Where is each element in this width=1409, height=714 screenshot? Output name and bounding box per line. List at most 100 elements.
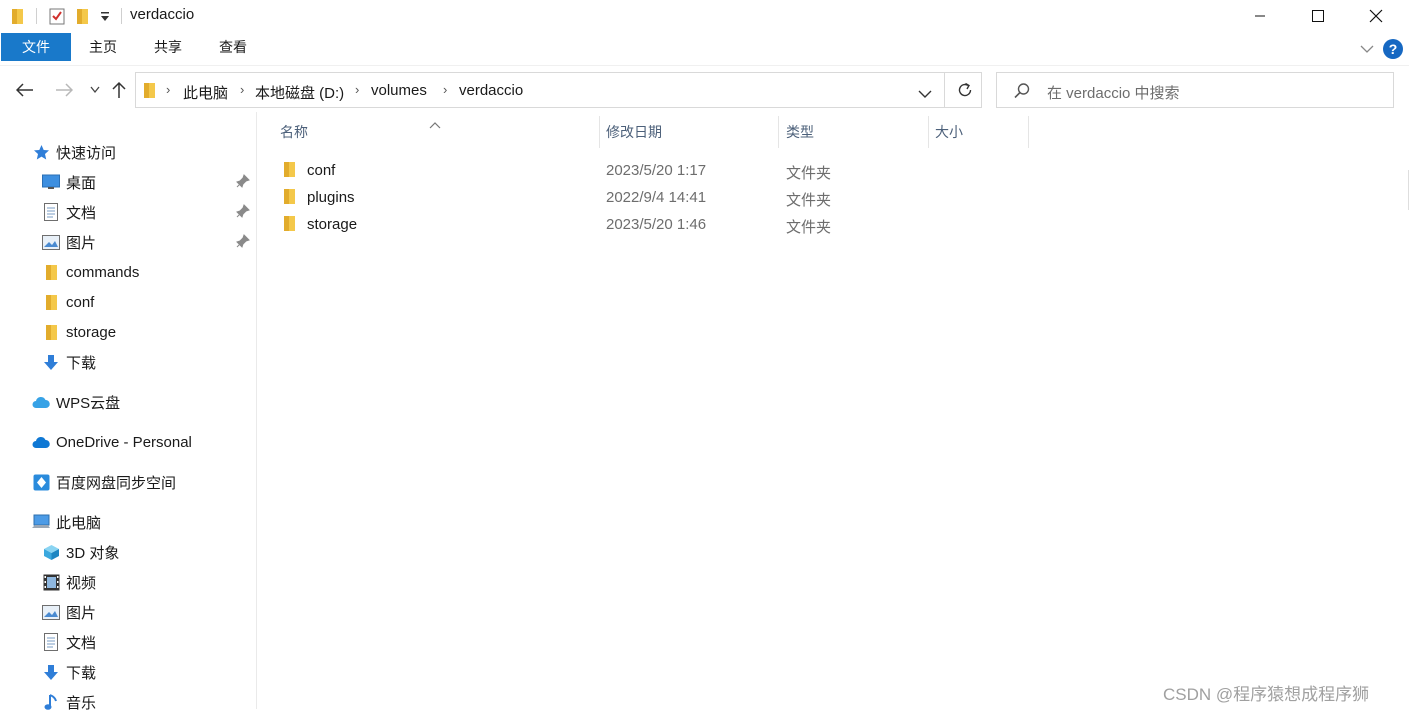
3d-objects-icon (42, 543, 60, 561)
arrow-left-icon (16, 83, 33, 97)
pin-icon[interactable] (236, 174, 250, 193)
picture-icon (42, 233, 60, 251)
file-name[interactable]: conf (307, 162, 335, 179)
document-icon (42, 203, 60, 221)
refresh-button[interactable] (956, 81, 974, 104)
onedrive-icon (32, 433, 50, 451)
sidebar-item-wps[interactable]: WPS云盘 (32, 390, 120, 414)
folder-icon (283, 188, 296, 210)
sidebar-item-storage[interactable]: storage (42, 320, 116, 344)
help-button[interactable]: ? (1383, 39, 1403, 59)
close-button[interactable] (1347, 0, 1405, 32)
sidebar-item-label: commands (66, 263, 140, 281)
arrow-up-icon (112, 81, 126, 98)
folder-icon (143, 81, 156, 104)
tab-share[interactable]: 共享 (145, 33, 191, 61)
chevron-right-icon: › (166, 82, 171, 97)
minimize-button[interactable] (1231, 0, 1289, 32)
file-name[interactable]: plugins (307, 189, 355, 206)
watermark: CSDN @程序猿想成程序狮 (1163, 685, 1370, 704)
file-date: 2023/5/20 1:17 (606, 162, 707, 179)
chevron-right-icon: › (355, 82, 360, 97)
file-name[interactable]: storage (307, 216, 357, 233)
address-bar[interactable]: › 此电脑 › 本地磁盘 (D:) › volumes › verdaccio (135, 72, 982, 108)
sidebar-item-onedrive[interactable]: OneDrive - Personal (32, 430, 192, 454)
maximize-button[interactable] (1289, 0, 1347, 32)
address-history-button[interactable] (918, 86, 932, 104)
desktop-icon (42, 173, 60, 191)
folder-icon (42, 293, 60, 311)
expand-ribbon-icon[interactable] (1360, 41, 1374, 59)
sidebar-item-downloads-pc[interactable]: 下载 (42, 660, 96, 684)
pin-icon[interactable] (236, 204, 250, 223)
breadcrumb-this-pc[interactable]: 此电脑 (183, 82, 228, 103)
sidebar-item-label: 下载 (66, 664, 97, 682)
sidebar-item-pictures[interactable]: 图片 (42, 230, 96, 254)
search-box[interactable]: 在 verdaccio 中搜索 (996, 72, 1394, 108)
arrow-right-icon (56, 83, 73, 97)
properties-icon[interactable] (49, 7, 65, 30)
sidebar-item-label: 此电脑 (56, 514, 102, 532)
column-header-type[interactable]: 类型 (786, 122, 814, 144)
tab-view[interactable]: 查看 (210, 33, 256, 61)
sidebar-item-conf[interactable]: conf (42, 290, 94, 314)
refresh-icon (958, 82, 972, 97)
back-button[interactable] (13, 78, 37, 102)
sidebar-item-3d-objects[interactable]: 3D 对象 (42, 540, 119, 564)
sidebar-item-videos[interactable]: 视频 (42, 570, 96, 594)
music-icon (42, 693, 60, 711)
sidebar-item-desktop[interactable]: 桌面 (42, 170, 96, 194)
window-title: verdaccio (130, 6, 195, 23)
folder-icon (11, 7, 25, 30)
sidebar-item-label: WPS云盘 (56, 394, 121, 412)
search-input[interactable]: 在 verdaccio 中搜索 (1047, 82, 1180, 103)
recent-locations-button[interactable] (83, 78, 107, 102)
maximize-icon (1312, 10, 1324, 22)
computer-icon (32, 513, 50, 531)
sidebar-item-label: 文档 (66, 204, 97, 222)
pin-icon[interactable] (236, 234, 250, 253)
tab-home[interactable]: 主页 (80, 33, 126, 61)
sidebar-item-documents[interactable]: 文档 (42, 200, 96, 224)
column-header-name[interactable]: 名称 (280, 122, 308, 144)
minimize-icon (1255, 15, 1265, 17)
customize-toolbar-icon[interactable] (100, 10, 110, 28)
up-button[interactable] (107, 78, 131, 102)
sidebar-item-label: 视频 (66, 574, 97, 592)
sidebar-item-quick-access[interactable]: 快速访问 (32, 140, 116, 164)
breadcrumb-volumes[interactable]: volumes (371, 82, 427, 99)
forward-button[interactable] (52, 78, 76, 102)
folder-icon (42, 323, 60, 341)
sidebar-item-this-pc[interactable]: 此电脑 (32, 510, 101, 534)
folder-icon (42, 263, 60, 281)
sort-ascending-icon (429, 116, 441, 134)
sidebar-item-documents-pc[interactable]: 文档 (42, 630, 96, 654)
file-date: 2022/9/4 14:41 (606, 189, 707, 206)
sidebar-item-downloads[interactable]: 下载 (42, 350, 96, 374)
file-type: 文件夹 (786, 219, 832, 236)
sidebar-item-label: 快速访问 (56, 144, 117, 162)
close-icon (1369, 9, 1383, 23)
sidebar-item-pictures-pc[interactable]: 图片 (42, 600, 96, 624)
sidebar-item-label: 图片 (66, 234, 97, 252)
cloud-icon (32, 393, 50, 411)
sidebar-item-music[interactable]: 音乐 (42, 690, 96, 714)
breadcrumb-verdaccio[interactable]: verdaccio (459, 82, 523, 99)
folder-icon (283, 161, 296, 183)
sidebar-item-baidu[interactable]: 百度网盘同步空间 (32, 470, 176, 494)
breadcrumb-drive-d[interactable]: 本地磁盘 (D:) (255, 82, 344, 103)
column-header-size[interactable]: 大小 (935, 122, 963, 144)
sidebar-item-commands[interactable]: commands (42, 260, 139, 284)
title-bar: verdaccio (0, 0, 1409, 32)
column-header-date[interactable]: 修改日期 (606, 122, 662, 144)
chevron-right-icon: › (240, 82, 245, 97)
new-folder-icon[interactable] (76, 7, 90, 30)
star-icon (32, 143, 50, 161)
chevron-down-icon (918, 90, 932, 98)
sidebar-item-label: 3D 对象 (66, 544, 120, 562)
ribbon: 文件 主页 共享 查看 ? (0, 33, 1409, 66)
chevron-right-icon: › (443, 82, 448, 97)
tab-file[interactable]: 文件 (1, 33, 71, 61)
download-icon (42, 353, 60, 371)
picture-icon (42, 603, 60, 621)
